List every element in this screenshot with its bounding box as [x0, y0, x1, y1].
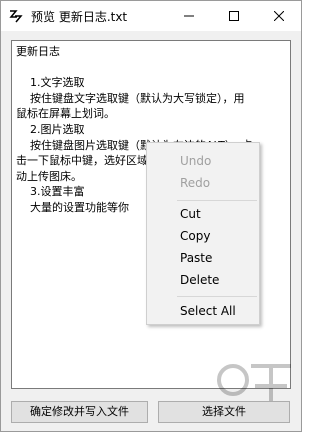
menu-item-select-all[interactable]: Select All — [147, 300, 259, 322]
context-menu: Undo Redo Cut Copy Paste Delete Select A… — [146, 142, 260, 325]
menu-separator — [177, 200, 257, 201]
maximize-icon — [228, 11, 239, 21]
preview-window: 预览 更新日志.txt 更新日志 1.文字选取 按住键盘文字选取键（默认为大写锁… — [0, 0, 302, 432]
menu-item-copy[interactable]: Copy — [147, 225, 259, 247]
menu-item-delete[interactable]: Delete — [147, 269, 259, 291]
window-title: 预览 更新日志.txt — [31, 10, 128, 24]
minimize-button[interactable] — [166, 1, 211, 31]
menu-item-redo[interactable]: Redo — [147, 172, 259, 194]
title-bar[interactable]: 预览 更新日志.txt — [1, 1, 301, 31]
maximize-button[interactable] — [211, 1, 256, 31]
menu-separator — [177, 296, 257, 297]
menu-item-undo[interactable]: Undo — [147, 150, 259, 172]
menu-item-paste[interactable]: Paste — [147, 247, 259, 269]
confirm-write-button[interactable]: 确定修改并写入文件 — [11, 401, 148, 423]
app-icon — [8, 8, 24, 24]
choose-file-button[interactable]: 选择文件 — [158, 401, 290, 423]
close-button[interactable] — [256, 1, 301, 31]
menu-item-cut[interactable]: Cut — [147, 203, 259, 225]
minimize-icon — [183, 15, 194, 17]
close-icon — [273, 11, 284, 21]
